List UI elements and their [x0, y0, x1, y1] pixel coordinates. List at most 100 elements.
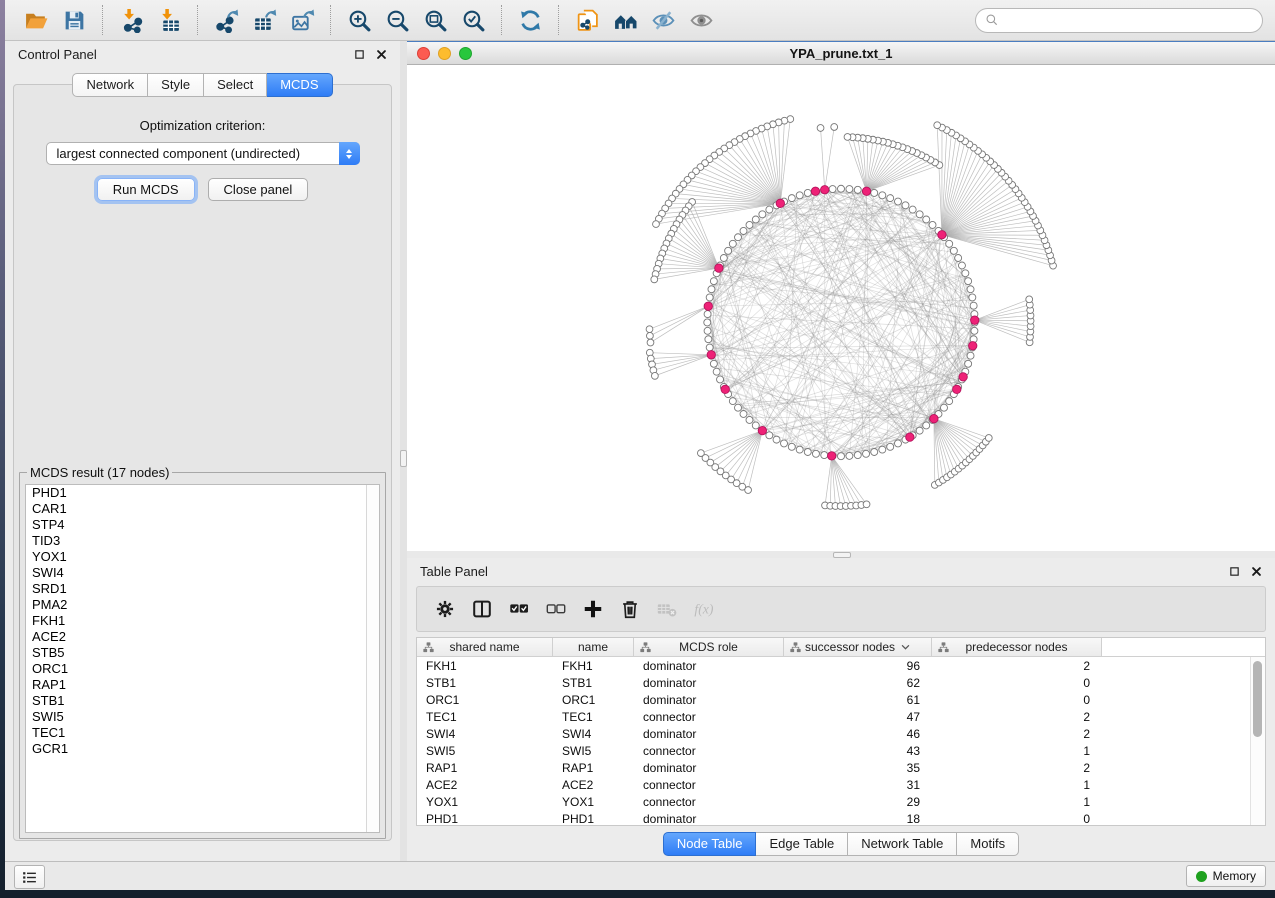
save-session-button[interactable] [58, 4, 90, 36]
toggle-columns-button[interactable] [463, 591, 500, 627]
delete-selected-button[interactable] [611, 591, 648, 627]
tab-node-table[interactable]: Node Table [663, 832, 757, 856]
float-panel-icon[interactable] [353, 49, 365, 61]
table-row[interactable]: FKH1FKH1dominator962 [417, 657, 1265, 674]
criterion-select[interactable]: largest connected component (undirected) [46, 142, 360, 165]
import-table-button[interactable] [153, 4, 185, 36]
sort-chevron-icon[interactable] [901, 644, 910, 650]
zoom-in-button[interactable] [343, 4, 375, 36]
close-panel-button[interactable]: Close panel [208, 178, 309, 201]
import-network-button[interactable] [115, 4, 147, 36]
float-table-panel-icon[interactable] [1228, 566, 1240, 578]
table-row[interactable]: STB1STB1dominator620 [417, 674, 1265, 691]
refresh-button[interactable] [514, 4, 546, 36]
tab-edge-table[interactable]: Edge Table [756, 832, 848, 856]
toolbar-separator [330, 5, 331, 35]
export-network-button[interactable] [210, 4, 242, 36]
result-item[interactable]: FKH1 [26, 613, 379, 629]
table-row[interactable]: TEC1TEC1connector472 [417, 708, 1265, 725]
export-image-button[interactable] [286, 4, 318, 36]
network-canvas[interactable] [407, 65, 1275, 551]
add-column-button[interactable] [574, 591, 611, 627]
result-item[interactable]: YOX1 [26, 549, 379, 565]
vertical-splitter-grip[interactable] [400, 450, 407, 467]
table-row[interactable]: ACE2ACE2connector311 [417, 776, 1265, 793]
clone-network-button[interactable] [571, 4, 603, 36]
column-header-predecessor-nodes[interactable]: predecessor nodes [932, 638, 1102, 656]
table-settings-button[interactable] [426, 591, 463, 627]
close-table-panel-icon[interactable] [1250, 566, 1262, 578]
cell-successor-nodes: 46 [784, 727, 932, 741]
tab-select[interactable]: Select [204, 73, 267, 97]
refresh-icon [518, 8, 543, 33]
result-item[interactable]: STP4 [26, 517, 379, 533]
column-header-shared-name[interactable]: shared name [417, 638, 553, 656]
network-overview-button[interactable] [609, 4, 641, 36]
table-scrollbar[interactable] [1250, 657, 1265, 825]
tab-mcds[interactable]: MCDS [267, 73, 332, 97]
deselect-all-button[interactable] [537, 591, 574, 627]
tab-network[interactable]: Network [72, 73, 148, 97]
result-item[interactable]: TEC1 [26, 725, 379, 741]
result-item[interactable]: SRD1 [26, 581, 379, 597]
table-scrollbar-thumb[interactable] [1253, 661, 1262, 737]
open-file-icon [24, 8, 49, 33]
result-item[interactable]: STB5 [26, 645, 379, 661]
open-file-button[interactable] [20, 4, 52, 36]
table-row[interactable]: SWI4SWI4dominator462 [417, 725, 1265, 742]
result-item[interactable]: PHD1 [26, 485, 379, 501]
result-item[interactable]: CAR1 [26, 501, 379, 517]
column-header-successor-nodes[interactable]: successor nodes [784, 638, 932, 656]
tab-style[interactable]: Style [148, 73, 204, 97]
column-header-mcds-role[interactable]: MCDS role [634, 638, 784, 656]
result-item[interactable]: SWI5 [26, 709, 379, 725]
table-row[interactable]: YOX1YOX1connector291 [417, 793, 1265, 810]
horizontal-splitter[interactable] [407, 551, 1275, 558]
column-type-icon [789, 641, 802, 654]
cell-predecessor-nodes: 2 [932, 710, 1102, 724]
mcds-result-title: MCDS result (17 nodes) [27, 465, 172, 480]
zoom-selected-button[interactable] [457, 4, 489, 36]
result-item[interactable]: ORC1 [26, 661, 379, 677]
result-item[interactable]: SWI4 [26, 565, 379, 581]
cell-name: YOX1 [553, 795, 634, 809]
close-window-icon[interactable] [417, 47, 430, 60]
zoom-out-button[interactable] [381, 4, 413, 36]
memory-button[interactable]: Memory [1186, 865, 1266, 887]
cell-mcds-role: dominator [634, 659, 784, 673]
optimization-criterion-label: Optimization criterion: [14, 118, 391, 133]
hide-details-button[interactable] [647, 4, 679, 36]
search-input[interactable] [1005, 12, 1253, 28]
result-item[interactable]: GCR1 [26, 741, 379, 757]
dropdown-stepper-icon[interactable] [339, 142, 360, 165]
table-row[interactable]: RAP1RAP1dominator352 [417, 759, 1265, 776]
cell-shared-name: YOX1 [417, 795, 553, 809]
tab-network-table[interactable]: Network Table [848, 832, 957, 856]
cell-predecessor-nodes: 2 [932, 727, 1102, 741]
result-item[interactable]: ACE2 [26, 629, 379, 645]
export-table-button[interactable] [248, 4, 280, 36]
result-item[interactable]: RAP1 [26, 677, 379, 693]
show-details-button[interactable] [685, 4, 717, 36]
column-header-name[interactable]: name [553, 638, 634, 656]
table-row[interactable]: PHD1PHD1dominator180 [417, 810, 1265, 826]
run-mcds-button[interactable]: Run MCDS [97, 178, 195, 201]
vertical-splitter[interactable] [400, 41, 407, 861]
table-row[interactable]: ORC1ORC1dominator610 [417, 691, 1265, 708]
result-item[interactable]: TID3 [26, 533, 379, 549]
cell-successor-nodes: 62 [784, 676, 932, 690]
maximize-window-icon[interactable] [459, 47, 472, 60]
table-row[interactable]: SWI5SWI5connector431 [417, 742, 1265, 759]
result-list-scrollbar[interactable] [366, 485, 379, 832]
task-history-button[interactable] [14, 865, 45, 889]
result-item[interactable]: STB1 [26, 693, 379, 709]
column-type-icon [422, 641, 435, 654]
minimize-window-icon[interactable] [438, 47, 451, 60]
tab-motifs[interactable]: Motifs [957, 832, 1019, 856]
zoom-fit-button[interactable] [419, 4, 451, 36]
result-item[interactable]: PMA2 [26, 597, 379, 613]
search-box[interactable] [975, 8, 1263, 33]
close-panel-icon[interactable] [375, 49, 387, 61]
select-all-button[interactable] [500, 591, 537, 627]
network-titlebar[interactable]: YPA_prune.txt_1 [407, 42, 1275, 65]
